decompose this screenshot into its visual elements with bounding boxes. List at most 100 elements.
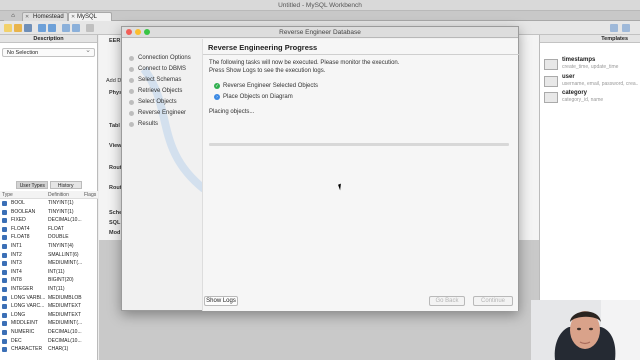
user-type-name: BOOLEAN xyxy=(11,208,36,215)
tab-user-types[interactable]: User Types xyxy=(16,181,49,189)
go-back-button[interactable]: Go Back xyxy=(429,296,465,306)
user-type-row[interactable]: DEC DECIMAL(10... xyxy=(0,337,98,346)
home-tab[interactable]: ⌂ xyxy=(4,12,22,21)
template-name: category xyxy=(562,90,588,96)
step-status-icon xyxy=(129,89,134,94)
user-type-row[interactable]: LONG VARC... MEDIUMTEXT xyxy=(0,302,98,311)
user-type-definition: FLOAT xyxy=(48,225,64,232)
wizard-steps: Connection Options Connect to DBMS Selec… xyxy=(124,39,207,311)
column-definition: Definition xyxy=(48,192,69,198)
user-type-definition: MEDIUMTEXT xyxy=(48,303,82,310)
window-titlebar: Untitled - MySQL Workbench xyxy=(0,0,640,11)
user-type-row[interactable]: INT1 TINYINT(4) xyxy=(0,242,98,251)
user-type-row[interactable]: INT8 BIGINT(20) xyxy=(0,276,98,285)
section-label: Rout xyxy=(109,165,122,171)
column-type: Type xyxy=(2,192,13,198)
user-type-row[interactable]: FLOAT4 FLOAT xyxy=(0,225,98,234)
user-type-icon xyxy=(2,209,7,215)
user-type-name: CHARACTER xyxy=(11,346,43,353)
user-type-row[interactable]: FIXED DECIMAL(10... xyxy=(0,216,98,225)
toolbar-tool-icon[interactable] xyxy=(86,24,94,32)
save-icon[interactable] xyxy=(24,24,32,32)
template-desc: username, email, password, crea... xyxy=(562,81,638,87)
new-file-icon[interactable] xyxy=(4,24,12,32)
step-status-icon xyxy=(129,111,134,116)
in-progress-icon: › xyxy=(214,94,220,100)
user-type-row[interactable]: BOOLEAN TINYINT(1) xyxy=(0,208,98,217)
presenter-face xyxy=(531,300,640,360)
user-type-row[interactable]: BOOL TINYINT(1) xyxy=(0,199,98,208)
user-type-row[interactable]: MIDDLEINT MEDIUMINT(... xyxy=(0,319,98,328)
dialog-title: Reverse Engineer Database xyxy=(279,29,361,36)
tab-label: Homestead xyxy=(33,14,64,20)
user-type-row[interactable]: INT2 SMALLINT(6) xyxy=(0,251,98,260)
user-type-row[interactable]: INT3 MEDIUMINT(... xyxy=(0,259,98,268)
toolbar-tool-icon[interactable] xyxy=(72,24,80,32)
description-text: Press Show Logs to see the execution log… xyxy=(209,68,326,74)
template-desc: create_time, update_time xyxy=(562,64,619,70)
reverse-engineer-dialog: Reverse Engineer Database Connection Opt… xyxy=(121,26,519,311)
step-status-icon xyxy=(129,67,134,72)
user-type-definition: DECIMAL(10... xyxy=(48,337,82,344)
section-label: Add D xyxy=(106,78,122,84)
user-type-definition: CHAR(1) xyxy=(48,346,69,353)
template-item[interactable]: user username, email, password, crea... xyxy=(542,74,639,90)
undo-icon[interactable] xyxy=(38,24,46,32)
user-type-row[interactable]: INT4 INT(11) xyxy=(0,268,98,277)
user-type-icon xyxy=(2,278,7,284)
tab-history[interactable]: History xyxy=(49,181,82,189)
section-label: View xyxy=(109,143,122,149)
user-type-icon xyxy=(2,252,7,258)
tab-mysql-model[interactable]: ✕ MySQL Model xyxy=(68,12,112,28)
toggle-panel-icon[interactable] xyxy=(622,24,630,32)
minimize-window-icon[interactable] xyxy=(135,29,141,35)
close-tab-icon[interactable]: ✕ xyxy=(71,13,75,21)
template-name: timestamps xyxy=(562,57,596,63)
user-type-row[interactable]: NUMERIC DECIMAL(10... xyxy=(0,328,98,337)
user-type-definition: TINYINT(4) xyxy=(48,242,74,249)
user-type-icon xyxy=(2,321,7,327)
user-type-definition: INT(11) xyxy=(48,285,65,292)
user-type-icon xyxy=(2,269,7,275)
open-folder-icon[interactable] xyxy=(14,24,22,32)
user-type-definition: BIGINT(20) xyxy=(48,277,74,284)
toolbar-tool-icon[interactable] xyxy=(62,24,70,32)
status-text: Placing objects... xyxy=(209,109,255,115)
user-types-list: BOOL TINYINT(1) BOOLEAN TINYINT(1) FIXED DECI… xyxy=(0,199,98,354)
dialog-titlebar: Reverse Engineer Database xyxy=(122,27,518,38)
user-type-row[interactable]: INTEGER INT(11) xyxy=(0,285,98,294)
table-template-icon xyxy=(544,59,558,70)
user-type-name: LONG VARC... xyxy=(11,303,45,310)
close-window-icon[interactable] xyxy=(126,29,132,35)
user-type-row[interactable]: FLOAT8 DOUBLE xyxy=(0,233,98,242)
user-type-row[interactable]: CHARACTER CHAR(1) xyxy=(0,345,98,354)
wizard-content: Reverse Engineering Progress The followi… xyxy=(202,39,519,311)
description-text: The following tasks will now be executed… xyxy=(209,60,400,66)
user-type-definition: DECIMAL(10... xyxy=(48,328,82,335)
checkmark-icon: ✓ xyxy=(214,83,220,89)
user-type-name: INTEGER xyxy=(11,285,34,292)
section-label: SQL xyxy=(109,220,121,226)
redo-icon[interactable] xyxy=(48,24,56,32)
webcam-overlay xyxy=(531,300,640,360)
table-template-icon xyxy=(544,92,558,103)
show-logs-button[interactable]: Show Logs xyxy=(204,296,238,306)
types-header: Type Definition Flags xyxy=(0,191,98,199)
continue-button[interactable]: Continue xyxy=(473,296,513,306)
section-label: Rout xyxy=(109,185,122,191)
user-type-icon xyxy=(2,226,7,232)
user-type-row[interactable]: LONG VARBI... MEDIUMBLOB xyxy=(0,294,98,303)
user-type-definition: MEDIUMBLOB xyxy=(48,294,82,301)
toggle-sidebar-icon[interactable] xyxy=(610,24,618,32)
close-tab-icon[interactable]: ✕ xyxy=(25,13,29,21)
tab-homestead[interactable]: ✕ Homestead xyxy=(22,12,68,21)
user-type-icon xyxy=(2,304,7,310)
user-type-row[interactable]: LONG MEDIUMTEXT xyxy=(0,311,98,320)
zoom-window-icon[interactable] xyxy=(144,29,150,35)
selection-dropdown[interactable]: No Selection xyxy=(2,47,95,57)
user-type-definition: TINYINT(1) xyxy=(48,200,74,206)
user-type-name: LONG VARBI... xyxy=(11,294,46,301)
templates-header: Templates xyxy=(540,35,640,43)
template-item[interactable]: category category_id, name xyxy=(542,90,639,106)
template-item[interactable]: timestamps create_time, update_time xyxy=(542,57,639,73)
